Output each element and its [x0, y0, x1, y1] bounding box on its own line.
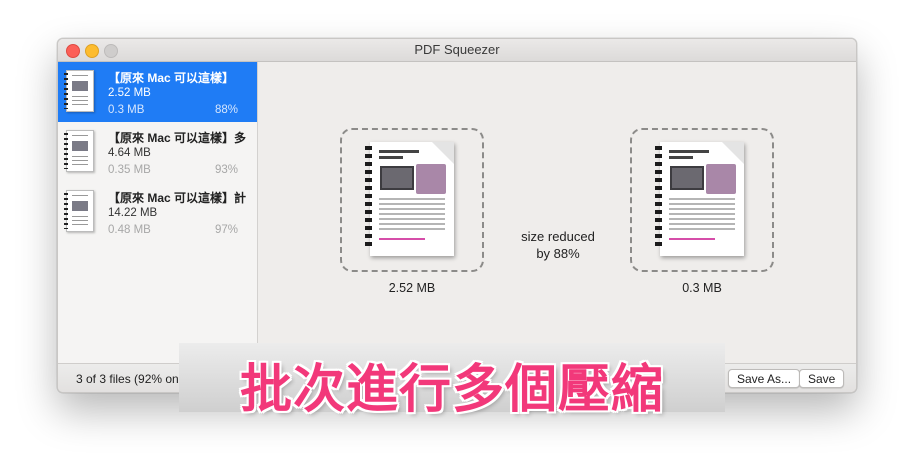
file-name: 【原來 Mac 可以這樣】多 [108, 131, 247, 145]
app-window: PDF Squeezer 【原來 Mac 可以這樣】 2.52 MB 0.3 M… [57, 38, 857, 393]
zoom-window-button[interactable] [104, 44, 118, 58]
pdf-thumbnail-icon [64, 70, 94, 112]
file-compressed-size: 0.35 MB [108, 164, 151, 176]
file-list-item[interactable]: 【原來 Mac 可以這樣】計 14.22 MB 0.48 MB 97% [58, 182, 257, 242]
file-list: 【原來 Mac 可以這樣】 2.52 MB 0.3 MB 88% 【原來 Mac… [58, 62, 258, 363]
pdf-page-icon [365, 142, 454, 256]
file-name: 【原來 Mac 可以這樣】 [108, 71, 235, 85]
preview-area: 2.52 MB size reduced by 88% 0.3 MB [258, 62, 856, 363]
file-compressed-size: 0.48 MB [108, 224, 151, 236]
file-list-item[interactable]: 【原來 Mac 可以這樣】多 4.64 MB 0.35 MB 93% [58, 122, 257, 182]
file-compressed-size: 0.3 MB [108, 104, 145, 116]
size-reduced-label: size reduced by 88% [503, 228, 613, 262]
caption-banner: 批次進行多個壓縮 [179, 343, 725, 419]
pdf-page-icon [655, 142, 744, 256]
close-window-button[interactable] [66, 44, 80, 58]
file-reduction: 88% [214, 104, 238, 116]
save-as-button[interactable]: Save As... [728, 369, 801, 388]
size-reduced-line-2: by 88% [536, 246, 580, 261]
original-size-label: 2.52 MB [388, 281, 436, 295]
file-list-item[interactable]: 【原來 Mac 可以這樣】 2.52 MB 0.3 MB 88% [58, 62, 257, 122]
file-original-size: 4.64 MB [108, 147, 151, 159]
compressed-pdf-drop-zone[interactable] [630, 128, 774, 272]
size-reduced-line-1: size reduced [521, 229, 595, 244]
file-original-size: 14.22 MB [108, 207, 158, 219]
file-reduction: 93% [214, 164, 238, 176]
window-title: PDF Squeezer [414, 42, 500, 57]
save-button[interactable]: Save [799, 369, 845, 388]
compressed-size-label: 0.3 MB [682, 281, 722, 295]
file-reduction: 97% [214, 224, 238, 236]
caption-text: 批次進行多個壓縮 [239, 361, 664, 419]
pdf-thumbnail-icon [64, 130, 94, 172]
file-name: 【原來 Mac 可以這樣】計 [108, 191, 247, 205]
pdf-thumbnail-icon [64, 190, 94, 232]
status-text: 3 of 3 files (92% on [76, 372, 179, 386]
file-original-size: 2.52 MB [108, 87, 151, 99]
title-bar: PDF Squeezer [58, 39, 856, 62]
original-pdf-drop-zone[interactable] [340, 128, 484, 272]
minimize-window-button[interactable] [85, 44, 99, 58]
